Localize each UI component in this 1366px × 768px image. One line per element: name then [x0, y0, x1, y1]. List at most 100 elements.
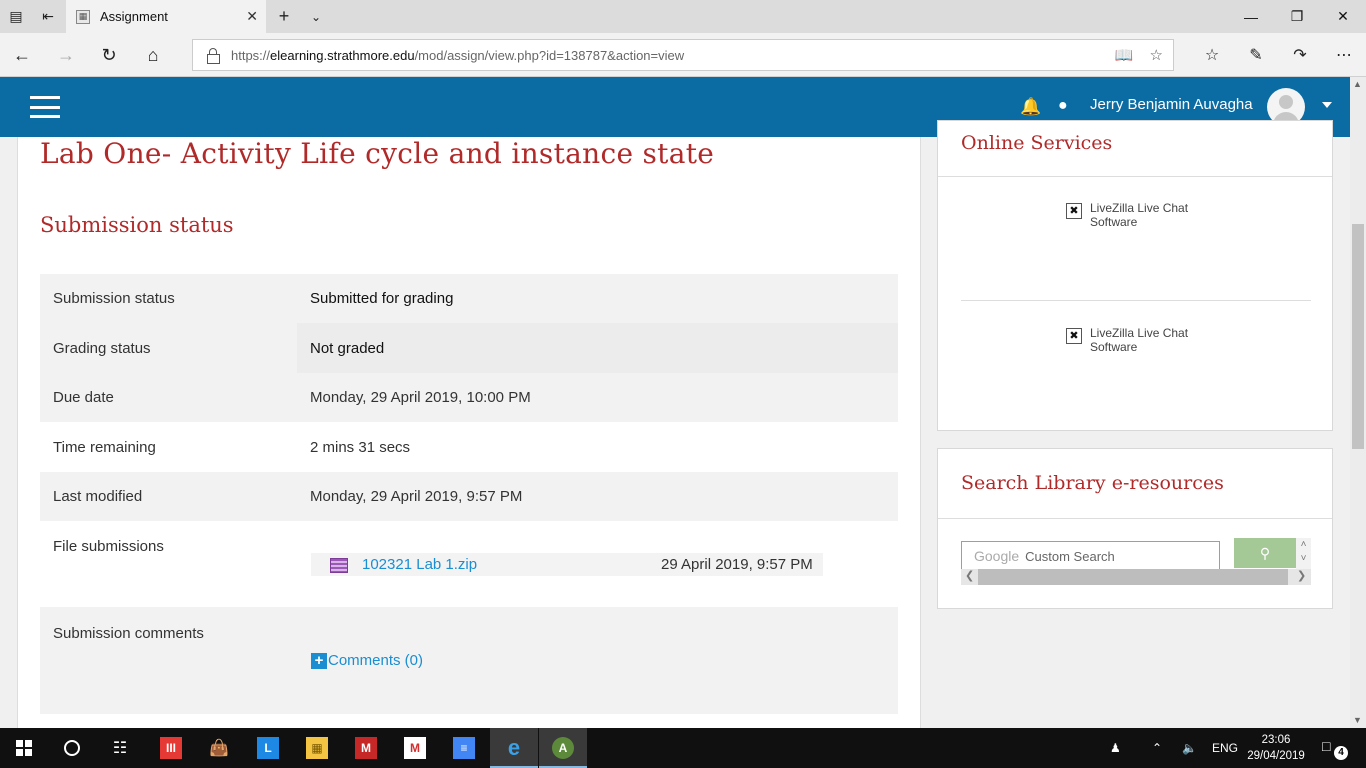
action-center-icon[interactable]: □ 4	[1322, 738, 1348, 760]
url-text: https://elearning.strathmore.edu/mod/ass…	[231, 47, 685, 63]
more-icon[interactable]: ⋯	[1322, 38, 1366, 72]
main-content: Lab One- Activity Life cycle and instanc…	[17, 137, 921, 728]
user-menu-caret-icon[interactable]	[1322, 102, 1332, 108]
windows-taskbar: ☷ III 👜 L ▦ M M ≡ e A ♟ ⌃ 🔈 ENG 23:06 29…	[0, 728, 1366, 768]
search-hscroll[interactable]: ❮ ❯	[961, 569, 1311, 585]
file-date: 29 April 2019, 9:57 PM	[661, 556, 813, 573]
table-row: Last modified Monday, 29 April 2019, 9:5…	[40, 472, 898, 521]
app-l-icon[interactable]: L	[244, 728, 292, 768]
tab-preview-chevron-icon[interactable]: ⌄	[300, 0, 332, 33]
docs-icon[interactable]: ≡	[440, 728, 488, 768]
table-row: Due date Monday, 29 April 2019, 10:00 PM	[40, 373, 898, 422]
tab-title: Assignment	[100, 9, 168, 24]
tray-chevron-icon[interactable]: ⌃	[1152, 728, 1162, 768]
restore-icon[interactable]: ❐	[1274, 0, 1320, 33]
close-window-icon[interactable]: ✕	[1320, 0, 1366, 33]
favorites-hub-icon[interactable]: ☆	[1190, 38, 1234, 72]
table-row-file-submissions: File submissions 102321 Lab 1.zip 29 Apr…	[40, 521, 898, 607]
android-studio-icon[interactable]: A	[539, 728, 587, 768]
row-label: Submission status	[53, 290, 175, 307]
windows-start-icon[interactable]	[0, 728, 48, 768]
livezilla-line2: Software	[1090, 340, 1138, 354]
favorite-star-icon[interactable]: ☆	[1150, 46, 1163, 64]
mcafee-icon[interactable]: M	[342, 728, 390, 768]
gmail-icon[interactable]: M	[391, 728, 439, 768]
table-row: Time remaining 2 mins 31 secs	[40, 422, 898, 472]
new-tab-icon[interactable]: +	[268, 0, 300, 33]
row-value: Monday, 29 April 2019, 9:57 PM	[310, 488, 523, 505]
broken-image-icon: ✖	[1066, 328, 1082, 344]
browser-nav-bar: ← → ↻ ⌂ https://elearning.strathmore.edu…	[0, 33, 1366, 77]
store-icon[interactable]: 👜	[195, 728, 243, 768]
scroll-left-icon[interactable]: ❮	[965, 569, 974, 582]
section-title: Submission status	[40, 213, 234, 237]
user-name[interactable]: Jerry Benjamin Auvagha	[1090, 96, 1253, 113]
livezilla-line2: Software	[1090, 215, 1138, 229]
forward-icon[interactable]: →	[49, 38, 83, 72]
row-label: Last modified	[53, 488, 143, 505]
livezilla-chat-widget[interactable]: ✖ LiveZilla Live Chat Software	[1066, 326, 1188, 354]
library-search-block: Search Library e-resources Google Custom…	[937, 448, 1333, 609]
clock-date: 29/04/2019	[1247, 750, 1305, 762]
page-scrollbar[interactable]: ▲ ▼	[1350, 77, 1366, 728]
row-label: Due date	[53, 389, 114, 406]
file-entry: 102321 Lab 1.zip 29 April 2019, 9:57 PM	[311, 553, 823, 576]
row-value: Submitted for grading	[310, 290, 454, 307]
share-icon[interactable]: ↷	[1278, 38, 1322, 72]
google-logo: Google	[974, 548, 1020, 564]
expand-plus-icon[interactable]: +	[311, 652, 327, 669]
block-title: Online Services	[961, 132, 1113, 154]
refresh-icon[interactable]: ↻	[92, 38, 126, 72]
row-value: Not graded	[310, 340, 385, 357]
notification-count-badge: 4	[1334, 746, 1348, 760]
taskbar-clock[interactable]: 23:06 29/04/2019	[1236, 732, 1316, 764]
search-placeholder: Custom Search	[1025, 548, 1115, 564]
scroll-down-icon[interactable]: ▼	[1353, 715, 1362, 725]
row-label: Submission comments	[53, 625, 204, 642]
volume-icon[interactable]: 🔈	[1182, 728, 1197, 768]
table-row: Submission status Submitted for grading	[40, 274, 898, 323]
file-explorer-icon[interactable]: ▦	[293, 728, 341, 768]
row-label: File submissions	[53, 538, 164, 555]
reading-view-icon[interactable]: 📖	[1115, 46, 1134, 64]
block-title: Search Library e-resources	[961, 472, 1224, 494]
set-aside-tabs-icon[interactable]: ⇤	[32, 0, 64, 33]
livezilla-chat-widget[interactable]: ✖ LiveZilla Live Chat Software	[1066, 201, 1188, 229]
menu-icon[interactable]	[30, 96, 60, 118]
minimize-icon[interactable]: —	[1228, 0, 1274, 33]
close-tab-icon[interactable]: ✕	[246, 8, 258, 25]
page-title: Lab One- Activity Life cycle and instanc…	[40, 137, 715, 170]
livezilla-line1: LiveZilla Live Chat	[1090, 201, 1189, 215]
comments-link-label[interactable]: Comments (0)	[328, 652, 423, 669]
home-icon[interactable]: ⌂	[136, 38, 170, 72]
broken-image-icon: ✖	[1066, 203, 1082, 219]
scroll-right-icon[interactable]: ❯	[1297, 569, 1306, 582]
language-indicator[interactable]: ENG	[1212, 728, 1238, 768]
search-button[interactable]: ⚲	[1234, 538, 1296, 568]
app-taskbar-icon[interactable]: III	[147, 728, 195, 768]
comments-link[interactable]: + Comments (0)	[311, 652, 423, 669]
row-value: 2 mins 31 secs	[310, 439, 411, 456]
people-icon[interactable]: ♟	[1110, 728, 1121, 768]
file-link[interactable]: 102321 Lab 1.zip	[362, 556, 477, 573]
task-view-icon[interactable]: ☷	[96, 728, 144, 768]
browser-tab[interactable]: ▦ Assignment ✕	[66, 0, 266, 33]
table-row: Grading status Not graded	[40, 323, 898, 373]
browser-tab-bar: ▤ ⇤ ▦ Assignment ✕ + ⌄ — ❐ ✕	[0, 0, 1366, 33]
messages-chat-icon[interactable]: ●	[1058, 97, 1080, 117]
table-row-comments: Submission comments + Comments (0)	[40, 607, 898, 714]
search-input[interactable]: Google Custom Search	[961, 541, 1220, 571]
edge-browser-icon[interactable]: e	[490, 728, 538, 768]
scroll-up-icon[interactable]: ▲	[1353, 79, 1362, 89]
lock-icon	[207, 48, 220, 64]
zip-file-icon	[330, 558, 348, 573]
search-vscroll[interactable]: ˄ ˅	[1296, 538, 1311, 569]
cortana-search-icon[interactable]	[48, 728, 96, 768]
submission-status-table: Submission status Submitted for grading …	[40, 274, 898, 714]
notification-bell-icon[interactable]: 🔔	[1020, 97, 1041, 117]
back-icon[interactable]: ←	[5, 38, 39, 72]
notes-pen-icon[interactable]: ✎	[1234, 38, 1278, 72]
address-bar[interactable]: https://elearning.strathmore.edu/mod/ass…	[192, 39, 1174, 71]
tab-actions-icon[interactable]: ▤	[0, 0, 32, 33]
search-icon: ⚲	[1259, 544, 1271, 561]
